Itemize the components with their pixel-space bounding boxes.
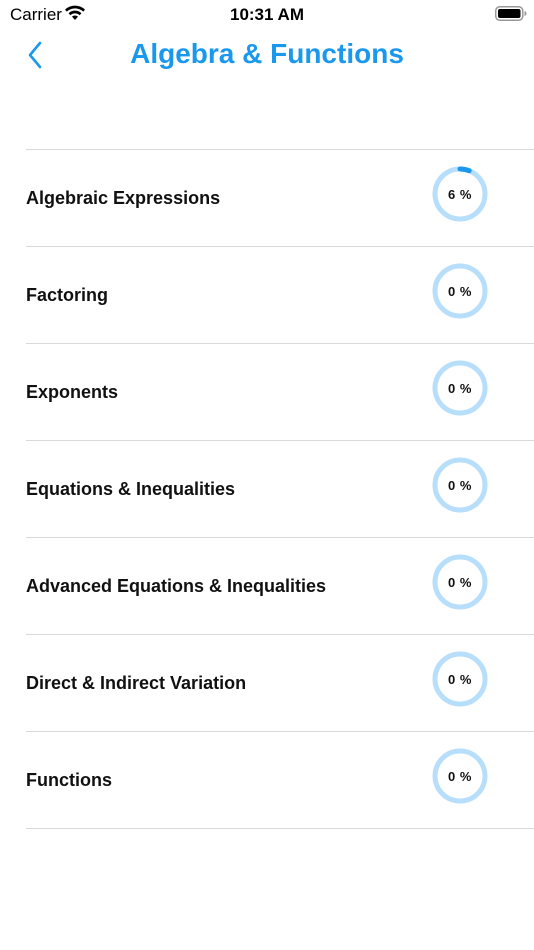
topic-row[interactable]: Functions 0 % [26, 732, 534, 829]
progress-ring: 0 % [431, 553, 489, 611]
progress-percent: 0 % [448, 283, 472, 299]
topic-row[interactable]: Factoring 0 % [26, 247, 534, 344]
progress-ring: 0 % [431, 359, 489, 417]
topic-label: Algebraic Expressions [26, 187, 221, 208]
progress-percent: 6 % [448, 186, 472, 202]
topic-label: Direct & Indirect Variation [26, 672, 247, 693]
progress-ring: 0 % [431, 747, 489, 805]
progress-ring: 0 % [431, 262, 489, 320]
topic-label: Factoring [26, 284, 109, 305]
progress-percent: 0 % [448, 768, 472, 784]
progress-ring: 6 % [431, 165, 489, 223]
topic-row[interactable]: Exponents 0 % [26, 344, 534, 441]
progress-percent: 0 % [448, 671, 472, 687]
status-time: 10:31 AM [229, 5, 304, 24]
topic-label: Advanced Equations & Inequalities [26, 575, 327, 596]
topic-label: Equations & Inequalities [26, 478, 236, 499]
topic-label: Functions [26, 769, 112, 790]
topic-row[interactable]: Algebraic Expressions 6 % [26, 150, 534, 247]
progress-percent: 0 % [448, 477, 472, 493]
topic-label: Exponents [26, 381, 119, 402]
progress-percent: 0 % [448, 574, 472, 590]
progress-ring: 0 % [431, 650, 489, 708]
topic-list: Algebraic Expressions 6 % Factoring 0 % Expo… [26, 149, 534, 829]
page-title: Algebra & Functions [130, 38, 404, 69]
topic-row[interactable]: Direct & Indirect Variation 0 % [26, 635, 534, 732]
progress-ring: 0 % [431, 456, 489, 514]
progress-percent: 0 % [448, 380, 472, 396]
battery-icon [495, 6, 527, 26]
status-bar: Carrier 10:31 AM [0, 0, 534, 30]
navigation-bar: Algebra & Functions [0, 30, 534, 80]
topic-row[interactable]: Advanced Equations & Inequalities 0 % [26, 538, 534, 635]
topic-row[interactable]: Equations & Inequalities 0 % [26, 441, 534, 538]
